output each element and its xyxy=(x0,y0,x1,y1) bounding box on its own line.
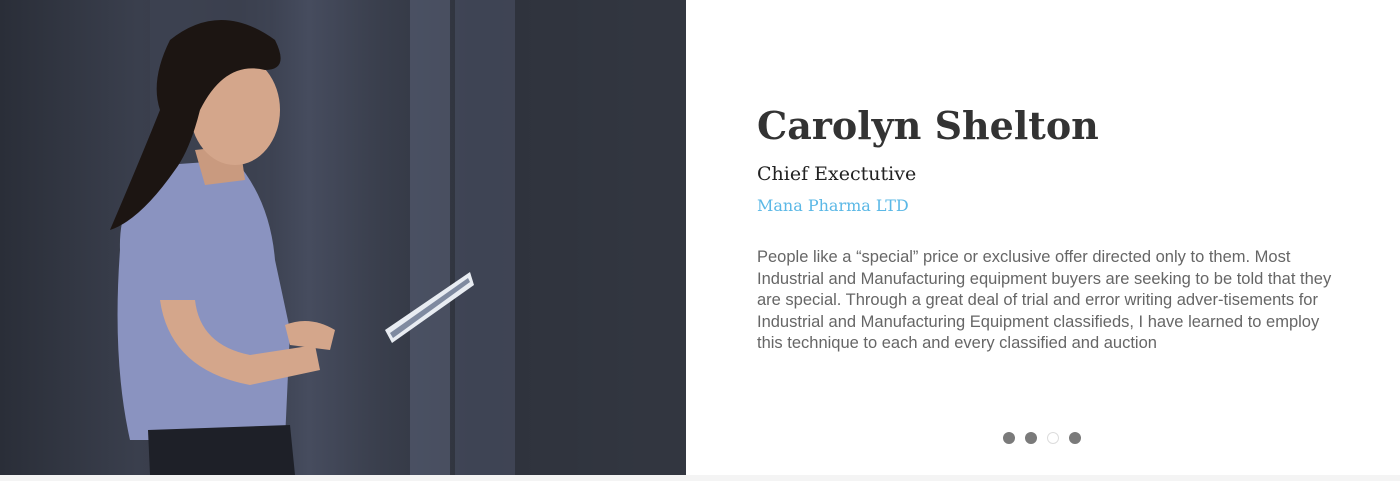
carousel-pagination xyxy=(1003,432,1081,444)
carousel-dot-3[interactable] xyxy=(1047,432,1059,444)
carousel-dot-2[interactable] xyxy=(1025,432,1037,444)
company-link[interactable]: Mana Pharma LTD xyxy=(757,195,1337,217)
testimonial-photo xyxy=(0,0,686,475)
carousel-dot-4[interactable] xyxy=(1069,432,1081,444)
person-role: Chief Exectutive xyxy=(757,163,917,185)
testimonial-slide: Carolyn Shelton Chief Exectutive Mana Ph… xyxy=(0,0,1400,475)
testimonial-content: Carolyn Shelton Chief Exectutive Mana Ph… xyxy=(757,100,1337,355)
testimonial-quote: People like a “special” price or exclusi… xyxy=(757,248,1332,353)
person-name: Carolyn Shelton xyxy=(757,103,1099,148)
carousel-dot-1[interactable] xyxy=(1003,432,1015,444)
woman-with-tablet-image xyxy=(110,0,686,475)
